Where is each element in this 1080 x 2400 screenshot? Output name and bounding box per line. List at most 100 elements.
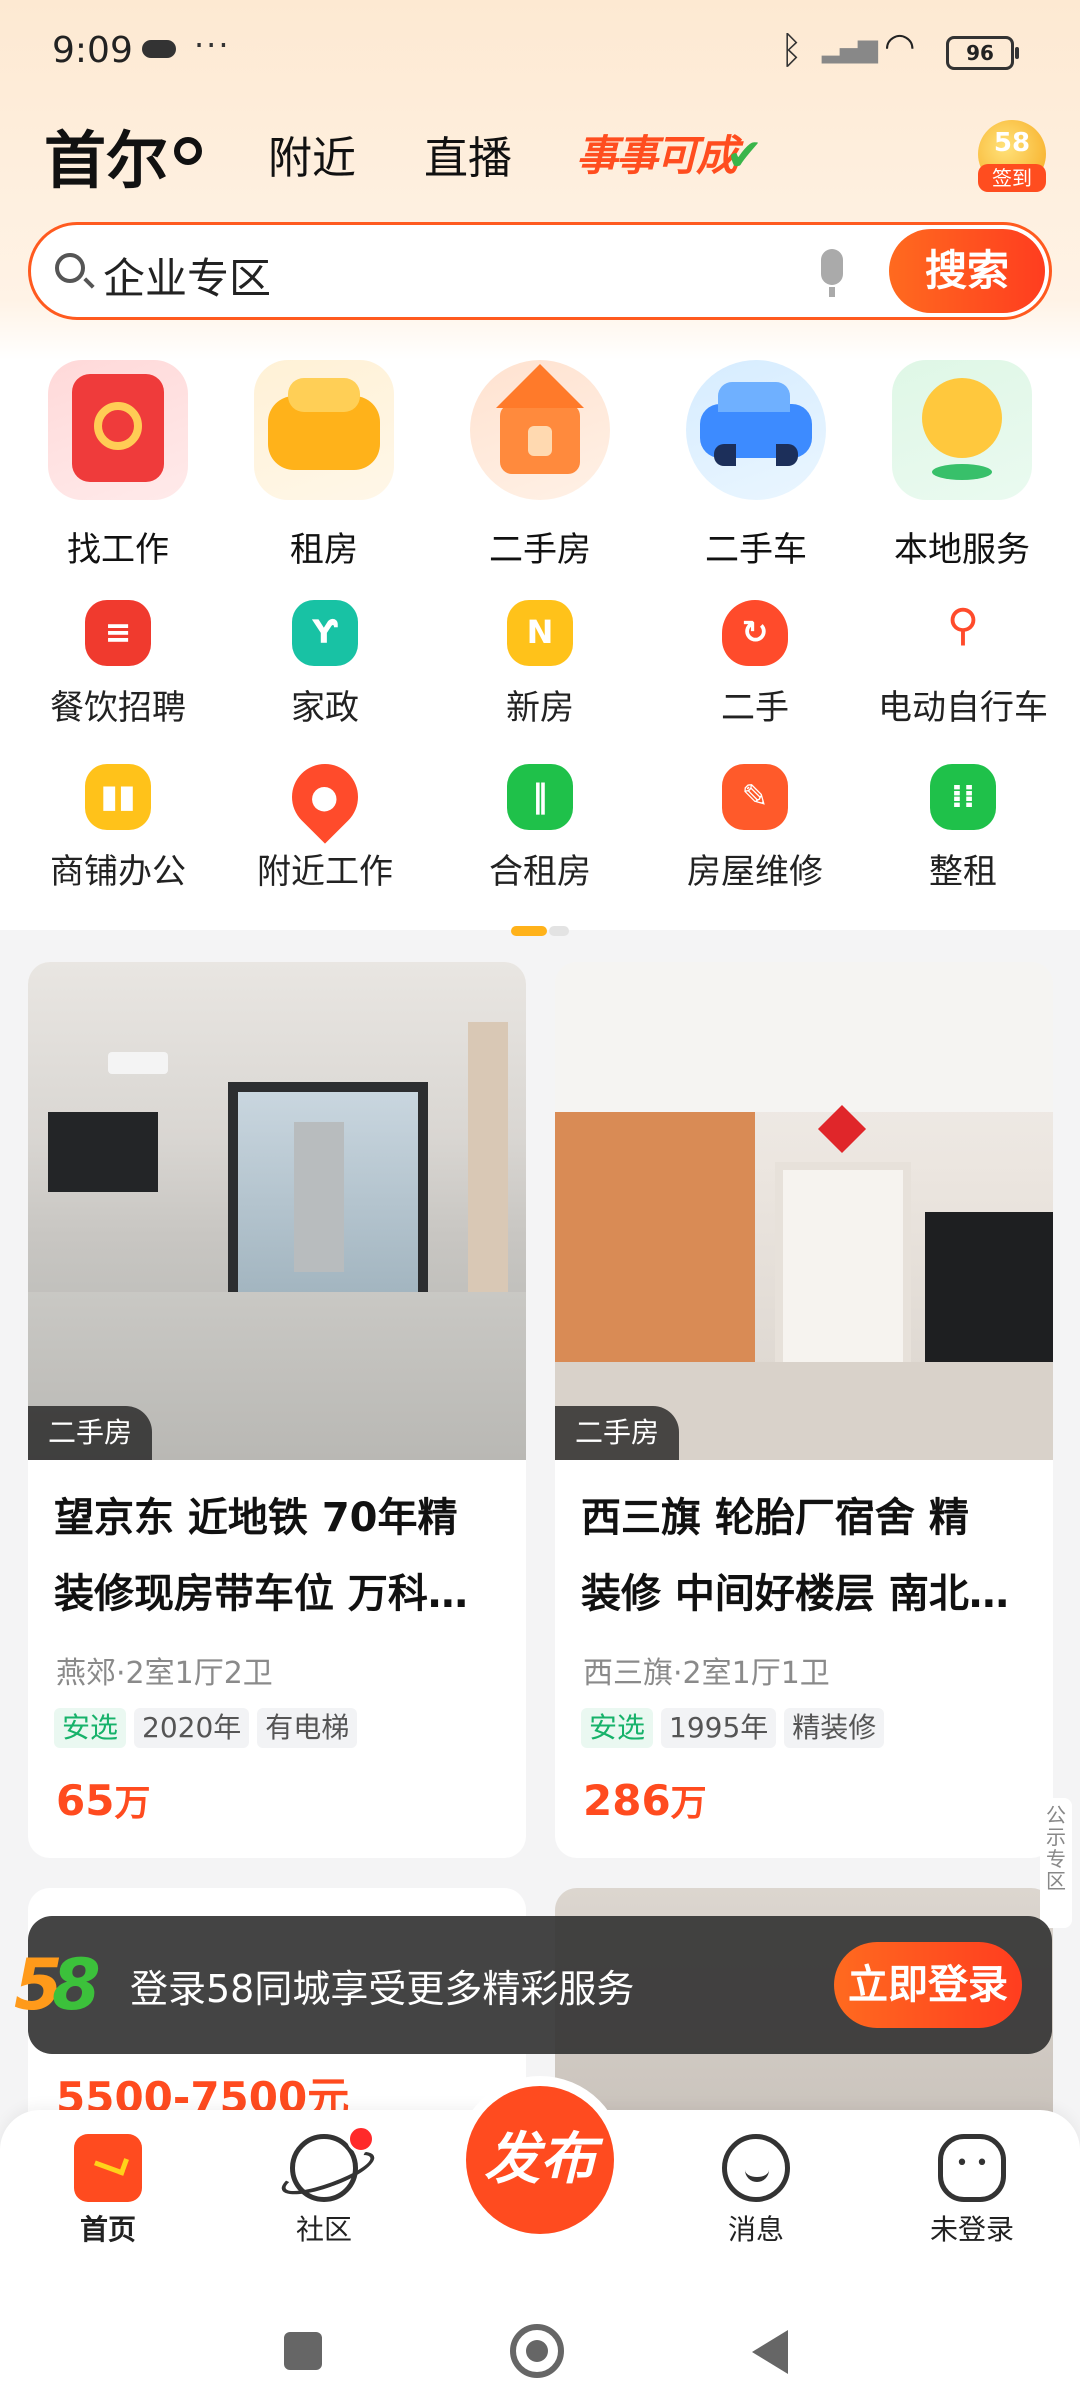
login-banner-text: 登录58同城享受更多精彩服务: [130, 1967, 635, 2011]
status-time: 9:09: [52, 30, 133, 71]
home-button-icon[interactable]: [510, 2324, 564, 2378]
home-icon: [74, 2134, 142, 2202]
tag-year: 1995年: [661, 1708, 777, 1748]
tab-city-label: 首尔: [44, 124, 169, 197]
nav-profile[interactable]: 未登录: [892, 2134, 1052, 2248]
battery-icon: 96: [946, 36, 1019, 70]
back-icon[interactable]: [752, 2330, 788, 2374]
nav-home[interactable]: 首页: [28, 2134, 188, 2248]
notification-dot: [347, 2125, 375, 2153]
listing-price: 65万: [56, 1776, 151, 1825]
category-label: 整租: [929, 852, 997, 892]
nav-label: 首页: [79, 2213, 136, 2246]
category-label: 电动自行车: [878, 688, 1048, 728]
nav-label: 未登录: [929, 2213, 1014, 2246]
microphone-icon[interactable]: [821, 249, 843, 297]
listing-card[interactable]: 二手房 西三旗 轮胎厂宿舍 精 装修 中间好楼层 南北… 西三旗·2室1厅1卫 …: [555, 962, 1053, 1858]
category-nearby-jobs[interactable]: ● 附近工作: [220, 750, 430, 893]
category-label: 商铺办公: [50, 852, 186, 892]
category-local-service[interactable]: 本地服务: [862, 360, 1062, 571]
more-notifications-icon: ···: [194, 26, 231, 64]
category-second-hand[interactable]: ↻ 二手: [650, 600, 860, 729]
tab-promo[interactable]: 事事可成✔: [576, 122, 763, 183]
category-used-car[interactable]: 二手车: [656, 360, 856, 571]
tag-verified: 安选: [54, 1708, 127, 1748]
category-label: 餐饮招聘: [50, 688, 186, 728]
category-label: 二手房: [489, 530, 591, 570]
category-pager: [511, 926, 569, 936]
main-categories: 找工作 租房 二手房 二手车 本地服务: [0, 360, 1080, 570]
category-second-hand-house[interactable]: 二手房: [440, 360, 640, 571]
search-input[interactable]: 企业专区: [103, 245, 271, 306]
category-label: 租房: [290, 530, 358, 570]
tag-feature: 精装修: [784, 1708, 885, 1748]
chef-hat-icon: ≡: [85, 600, 151, 666]
nav-community[interactable]: 社区: [244, 2125, 404, 2248]
sofa-icon: [254, 360, 394, 500]
search-bar[interactable]: 企业专区 搜索: [28, 222, 1052, 320]
listing-card[interactable]: 二手房 望京东 近地铁 70年精 装修现房带车位 万科… 燕郊·2室1厅2卫 安…: [28, 962, 526, 1858]
publish-button[interactable]: 发布: [466, 2086, 614, 2234]
checkmark-icon: ✔: [726, 130, 763, 181]
signal-icon: ▂▄▆: [822, 34, 878, 64]
category-rent[interactable]: 租房: [224, 360, 424, 571]
brand-logo: 58: [14, 1944, 101, 2026]
tag-verified: 安选: [581, 1708, 654, 1748]
top-tabs: 首尔 附近 直播 事事可成✔: [0, 110, 1080, 210]
tag-year: 2020年: [134, 1708, 250, 1748]
planet-icon: [290, 2125, 375, 2202]
signin-button[interactable]: 58 签到: [978, 120, 1046, 192]
pager-dot: [549, 926, 569, 936]
profile-icon: [938, 2134, 1006, 2202]
system-nav-bar: [0, 2300, 1080, 2400]
tab-live[interactable]: 直播: [424, 122, 512, 186]
listing-meta: 燕郊·2室1厅2卫: [56, 1656, 273, 1691]
listing-price: 286万: [583, 1776, 707, 1825]
tab-city[interactable]: 首尔: [38, 110, 203, 200]
sprout-icon: Ƴ: [292, 600, 358, 666]
category-house-repair[interactable]: ✎ 房屋维修: [650, 764, 860, 893]
category-restaurant-jobs[interactable]: ≡ 餐饮招聘: [13, 600, 223, 729]
recent-apps-icon[interactable]: [284, 2332, 322, 2370]
tab-nearby[interactable]: 附近: [268, 122, 356, 186]
grid-icon: ⁞⁞: [930, 764, 996, 830]
listing-photo: 二手房: [28, 962, 526, 1460]
listing-meta: 西三旗·2室1厅1卫: [583, 1656, 830, 1691]
building-icon: ▮▮: [85, 764, 151, 830]
cloud-icon: [142, 40, 176, 58]
listing-type-badge: 二手房: [28, 1406, 153, 1460]
category-shop-office[interactable]: ▮▮ 商铺办公: [13, 764, 223, 893]
car-icon: [686, 360, 826, 500]
search-icon: [55, 253, 85, 283]
category-ebike[interactable]: ⚲ 电动自行车: [858, 600, 1068, 729]
shared-room-icon: ‖: [507, 764, 573, 830]
bluetooth-icon: ᛒ: [780, 28, 803, 72]
login-banner[interactable]: 58 登录58同城享受更多精彩服务 立即登录: [14, 1916, 1052, 2054]
category-whole-rent[interactable]: ⁞⁞ 整租: [858, 764, 1068, 893]
ebike-icon: ⚲: [946, 600, 980, 651]
signin-logo: 58: [993, 128, 1031, 158]
search-button[interactable]: 搜索: [889, 229, 1045, 313]
category-label: 本地服务: [894, 530, 1030, 570]
message-icon: [722, 2134, 790, 2202]
recycle-icon: ↻: [722, 600, 788, 666]
category-label: 二手: [721, 688, 789, 728]
category-label: 二手车: [705, 530, 807, 570]
nav-label: 消息: [727, 2213, 784, 2246]
category-housekeeping[interactable]: Ƴ 家政: [220, 600, 430, 729]
listing-type-badge: 二手房: [555, 1406, 680, 1460]
new-house-icon: N: [507, 600, 573, 666]
category-shared-rent[interactable]: ‖ 合租房: [435, 764, 645, 893]
signin-label: 签到: [978, 164, 1046, 192]
location-dot-icon: [174, 136, 203, 165]
nav-messages[interactable]: 消息: [676, 2134, 836, 2248]
notice-tab[interactable]: 公示专区: [1040, 1798, 1072, 1928]
wrench-icon: ✎: [722, 764, 788, 830]
listing-photo: 二手房: [555, 962, 1053, 1460]
category-find-job[interactable]: 找工作: [18, 360, 218, 571]
category-new-house[interactable]: N 新房: [435, 600, 645, 729]
category-label: 找工作: [67, 530, 169, 570]
login-button[interactable]: 立即登录: [834, 1942, 1022, 2028]
pager-dot-active: [511, 926, 547, 936]
listing-tags: 安选 1995年 精装修: [581, 1708, 892, 1748]
